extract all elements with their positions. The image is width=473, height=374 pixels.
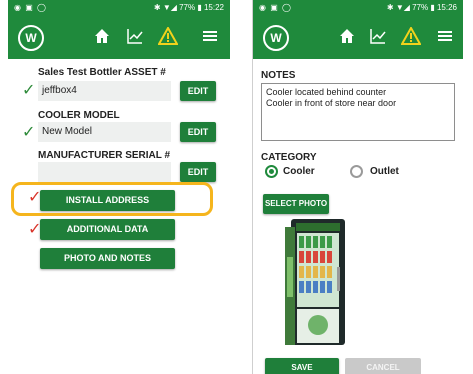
notes-label: NOTES bbox=[261, 70, 296, 81]
asset-edit-button[interactable]: EDIT bbox=[180, 81, 216, 101]
cooler-model-label: COOLER MODEL bbox=[38, 110, 120, 121]
select-photo-button[interactable]: SELECT PHOTO bbox=[263, 194, 329, 214]
asset-field[interactable]: jeffbox4 bbox=[38, 81, 171, 101]
status-right-text: ✱ ▼◢ 77% ▮ 15:26 bbox=[386, 3, 457, 12]
warning-icon[interactable] bbox=[156, 25, 180, 49]
app-logo-icon[interactable]: W bbox=[263, 25, 289, 51]
additional-data-button[interactable]: ADDITIONAL DATA bbox=[40, 219, 175, 240]
serial-edit-button[interactable]: EDIT bbox=[180, 162, 216, 182]
menu-icon[interactable] bbox=[433, 27, 457, 49]
home-icon[interactable] bbox=[335, 27, 359, 49]
cancel-button[interactable]: CANCEL bbox=[345, 358, 421, 374]
right-phone-screen: ◉ ▣ ◯ ✱ ▼◢ 77% ▮ 15:26 W NOTES Cooler lo… bbox=[252, 0, 463, 374]
category-outlet-radio[interactable] bbox=[350, 165, 363, 178]
cooler-edit-button[interactable]: EDIT bbox=[180, 122, 216, 142]
asset-check-icon: ✓ bbox=[22, 82, 36, 99]
status-left-icons: ◉ ▣ ◯ bbox=[259, 3, 292, 12]
cooler-photo bbox=[285, 217, 349, 349]
chart-icon[interactable] bbox=[366, 27, 390, 49]
app-logo-icon[interactable]: W bbox=[18, 25, 44, 51]
category-label: CATEGORY bbox=[261, 152, 317, 163]
status-left-icons: ◉ ▣ ◯ bbox=[14, 3, 47, 12]
cooler-model-field[interactable]: New Model bbox=[38, 122, 171, 142]
app-bar: W bbox=[8, 15, 230, 59]
category-cooler-radio[interactable] bbox=[265, 165, 278, 178]
status-right-text: ✱ ▼◢ 77% ▮ 15:22 bbox=[153, 3, 224, 12]
serial-label: MANUFACTURER SERIAL # bbox=[38, 150, 171, 161]
status-bar: ◉ ▣ ◯ ✱ ▼◢ 77% ▮ 15:26 bbox=[253, 0, 463, 15]
asset-detail-content: Sales Test Bottler ASSET # ✓ jeffbox4 ED… bbox=[8, 59, 230, 374]
home-icon[interactable] bbox=[90, 27, 114, 49]
photo-and-notes-highlight bbox=[11, 182, 213, 216]
notes-line: Cooler located behind counter bbox=[266, 87, 387, 97]
asset-label: Sales Test Bottler ASSET # bbox=[38, 67, 166, 78]
photo-notes-content: NOTES Cooler located behind counter Cool… bbox=[253, 59, 463, 374]
cooler-check-icon: ✓ bbox=[22, 124, 36, 141]
status-bar: ◉ ▣ ◯ ✱ ▼◢ 77% ▮ 15:22 bbox=[8, 0, 230, 15]
category-cooler-label[interactable]: Cooler bbox=[283, 166, 315, 177]
app-bar: W bbox=[253, 15, 463, 59]
photo-and-notes-button[interactable]: PHOTO AND NOTES bbox=[40, 248, 175, 269]
notes-line: Cooler in front of store near door bbox=[266, 98, 397, 108]
save-button[interactable]: SAVE bbox=[265, 358, 339, 374]
notes-textarea[interactable]: Cooler located behind counter Cooler in … bbox=[261, 83, 455, 141]
chart-icon[interactable] bbox=[123, 27, 147, 49]
warning-icon[interactable] bbox=[399, 25, 423, 49]
category-outlet-label[interactable]: Outlet bbox=[370, 166, 399, 177]
menu-icon[interactable] bbox=[198, 27, 222, 49]
serial-field[interactable] bbox=[38, 162, 171, 182]
